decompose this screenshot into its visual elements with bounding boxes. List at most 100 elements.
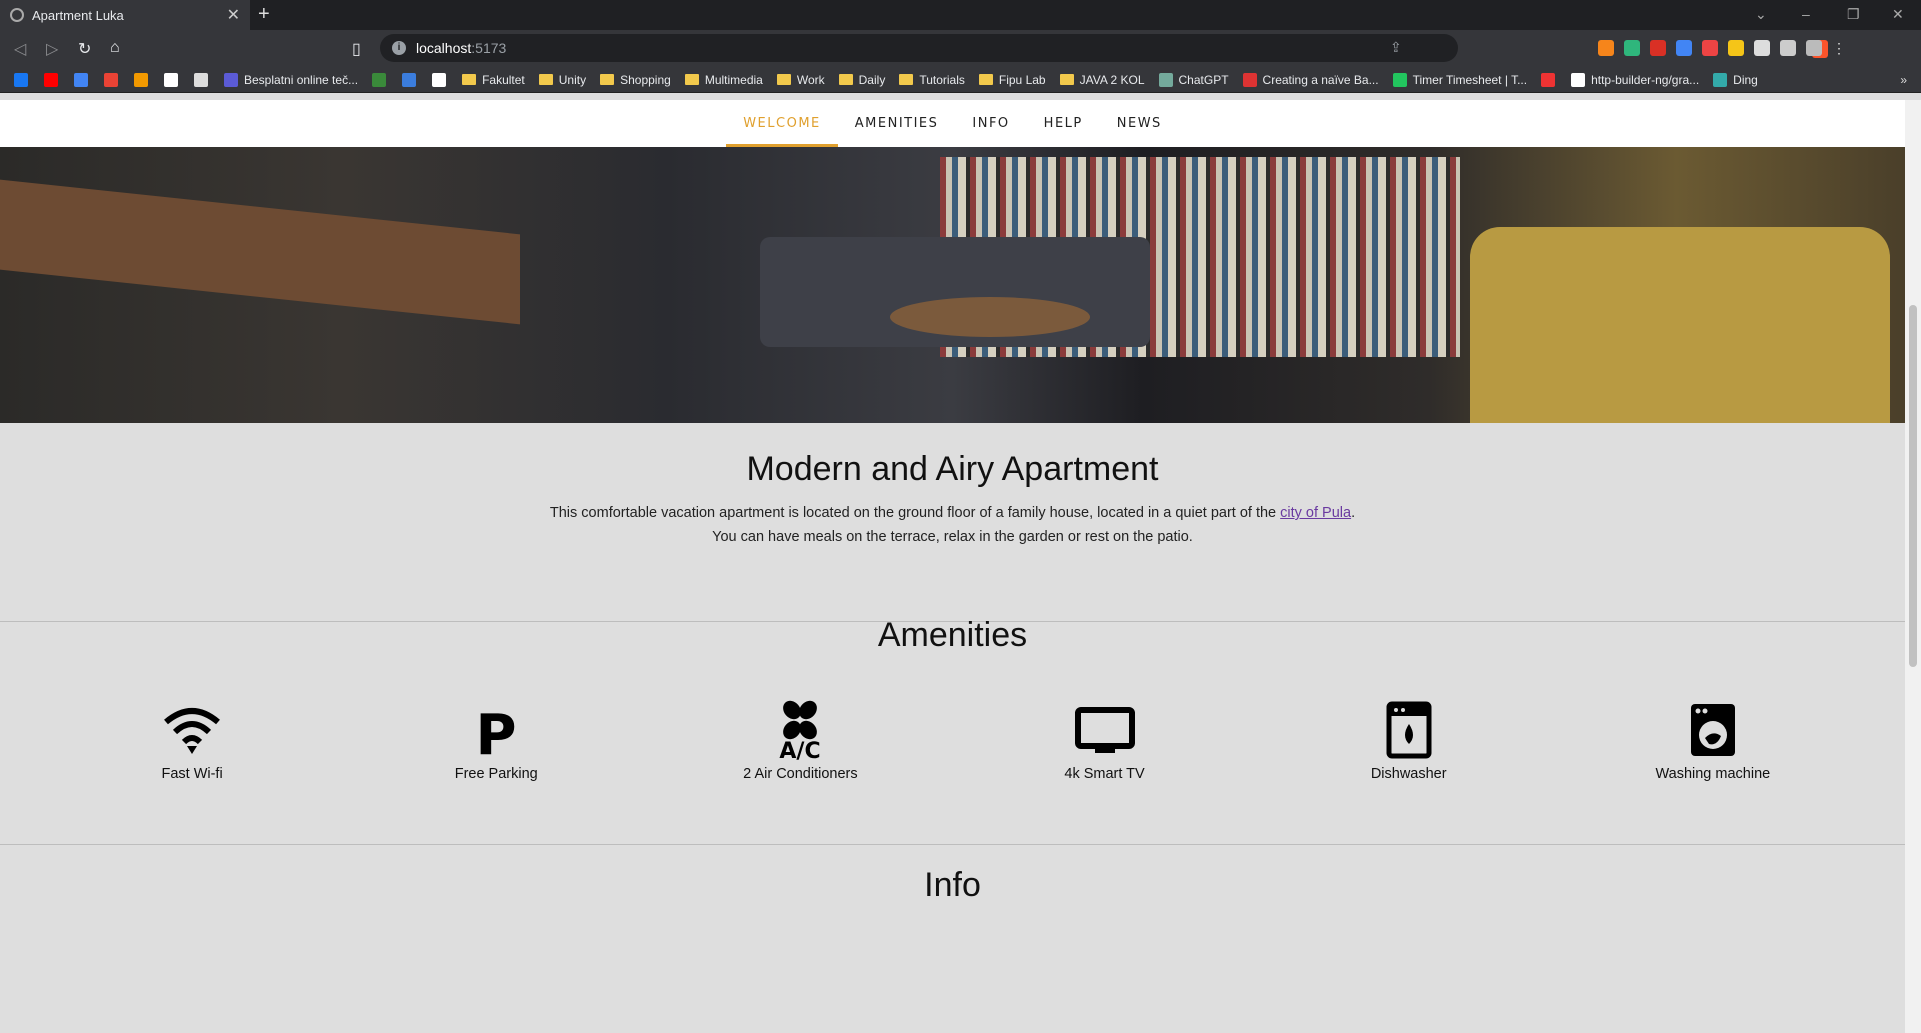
nav-help[interactable]: HELP <box>1027 100 1100 147</box>
amenity-air-conditioners: A/C 2 Air Conditioners <box>720 700 880 782</box>
browser-toolbar: ◁ ▷ ↻ ⌂ ▯ i localhost:5173 ⇪ ⋮ <box>0 30 1921 67</box>
restore-icon[interactable]: ❐ <box>1847 6 1860 23</box>
site-info-icon[interactable]: i <box>392 41 406 55</box>
amenity-label: Free Parking <box>454 766 538 782</box>
extension-icon[interactable] <box>1702 40 1718 56</box>
amenity-label: Dishwasher <box>1370 766 1447 782</box>
svg-text:P: P <box>476 703 517 760</box>
bookmark-label: Creating a naïve Ba... <box>1262 72 1379 87</box>
bookmark-item[interactable]: Daily <box>838 72 886 87</box>
bookmark-item[interactable]: Besplatni online teč... <box>224 72 359 87</box>
bookmark-item[interactable]: Multimedia <box>684 73 763 87</box>
bookmark-icon[interactable]: ▯ <box>352 39 361 59</box>
extensions-area: ⋮ <box>1598 40 1848 56</box>
amenity-dishwasher: Dishwasher <box>1329 700 1489 782</box>
bookmark-item[interactable]: Tutorials <box>899 73 965 87</box>
bookmark-item[interactable] <box>44 72 64 87</box>
welcome-text: This comfortable vacation apartment is l… <box>0 501 1905 549</box>
tv-icon <box>1074 707 1135 753</box>
vue-devtools-icon[interactable] <box>1624 40 1640 56</box>
translate-ext-icon[interactable] <box>1676 40 1692 56</box>
welcome-text-line2: You can have meals on the terrace, relax… <box>712 529 1193 545</box>
bookmark-item[interactable] <box>372 72 392 87</box>
bookmark-item[interactable] <box>134 72 154 87</box>
url-host: localhost <box>416 40 472 56</box>
bookmarks-overflow-icon[interactable]: » <box>1900 73 1907 87</box>
bookmark-item[interactable]: Shopping <box>600 73 671 87</box>
bookmark-label: Work <box>796 72 825 87</box>
bookmark-item[interactable]: Fipu Lab <box>978 73 1046 87</box>
reload-icon[interactable]: ↻ <box>78 39 91 59</box>
amenity-label: Washing machine <box>1655 766 1771 782</box>
bookmark-item[interactable] <box>14 72 34 87</box>
bookmark-item[interactable]: Work <box>776 72 825 87</box>
bookmark-item[interactable]: Fakultet <box>462 73 525 87</box>
close-window-icon[interactable]: ✕ <box>1892 6 1904 23</box>
bookmark-item[interactable] <box>164 72 184 87</box>
bookmark-item[interactable]: Ding <box>1713 72 1758 87</box>
close-tab-icon[interactable]: ✕ <box>227 5 240 25</box>
notion-icon <box>432 72 447 87</box>
page-scrollbar[interactable] <box>1905 100 1921 1033</box>
bookmark-item[interactable]: Creating a naïve Ba... <box>1242 72 1379 87</box>
bookmark-item[interactable]: Timer Timesheet | T... <box>1392 72 1527 87</box>
tab-search-icon[interactable]: ⌄ <box>1755 6 1767 23</box>
bookmark-item[interactable] <box>74 72 94 87</box>
bookmark-label: Shopping <box>620 72 671 87</box>
bookmark-item[interactable] <box>432 72 452 87</box>
bookmark-item[interactable]: Unity <box>538 72 587 87</box>
metamask-icon[interactable] <box>1598 40 1614 56</box>
bookmark-label: Unity <box>558 72 587 87</box>
facebook-icon <box>14 72 28 87</box>
new-tab-icon[interactable]: + <box>258 3 270 26</box>
bookmark-item[interactable]: ChatGPT <box>1158 72 1229 87</box>
folder-icon <box>899 74 914 85</box>
diamond-icon <box>402 72 417 87</box>
menu-icon[interactable]: ⋮ <box>1832 40 1848 56</box>
back-icon[interactable]: ◁ <box>14 39 26 59</box>
globe-icon <box>10 8 24 22</box>
amenities-title: Amenities <box>877 616 1028 654</box>
welcome-title: Modern and Airy Apartment <box>746 450 1159 488</box>
hero-stool <box>890 297 1090 337</box>
dishwasher-icon <box>1386 701 1432 759</box>
bookmark-item[interactable]: http-builder-ng/gra... <box>1571 72 1699 87</box>
hero-armchair <box>1470 227 1890 423</box>
bookmarks-bar: Besplatni online teč... Fakultet Unity Shop… <box>0 67 1921 93</box>
bookmark-item[interactable] <box>1541 72 1561 87</box>
city-of-pula-link[interactable]: city of Pula <box>1280 505 1351 521</box>
page-viewport: WELCOME AMENITIES INFO HELP NEWS Modern … <box>0 100 1905 1033</box>
github-icon <box>1571 72 1586 87</box>
browser-tab[interactable]: Apartment Luka ✕ <box>0 0 250 30</box>
nav-news[interactable]: NEWS <box>1100 100 1179 147</box>
amenity-label: Fast Wi-fi <box>161 766 223 782</box>
bookmark-label: Ding <box>1733 72 1758 87</box>
amenity-label: 2 Air Conditioners <box>743 766 858 782</box>
scrollbar-thumb[interactable] <box>1909 305 1917 667</box>
minimize-icon[interactable]: – <box>1802 6 1810 22</box>
puzzle-icon[interactable] <box>1754 40 1770 56</box>
welcome-text-part2: . <box>1351 505 1356 521</box>
sidebar-icon[interactable] <box>1780 40 1796 56</box>
forward-icon[interactable]: ▷ <box>46 39 58 59</box>
hero-image <box>0 147 1905 423</box>
address-bar[interactable]: i localhost:5173 ⇪ <box>380 34 1828 62</box>
bookmark-label: Besplatni online teč... <box>244 72 359 87</box>
bookmark-item[interactable] <box>402 72 422 87</box>
bookmark-item[interactable] <box>194 72 214 87</box>
bookmark-label: Daily <box>858 72 886 87</box>
wallet-icon[interactable] <box>1806 40 1822 56</box>
folder-icon <box>600 74 615 85</box>
in-icon <box>134 72 148 87</box>
home-icon[interactable]: ⌂ <box>110 39 120 57</box>
chatgpt-icon <box>1158 72 1173 87</box>
imdb-icon[interactable] <box>1728 40 1744 56</box>
nav-welcome[interactable]: WELCOME <box>726 100 838 147</box>
wifi-icon <box>164 708 221 754</box>
nav-info[interactable]: INFO <box>955 100 1026 147</box>
nav-amenities[interactable]: AMENITIES <box>838 100 956 147</box>
bookmark-item[interactable]: JAVA 2 KOL <box>1059 73 1145 87</box>
bookmark-item[interactable] <box>104 72 124 87</box>
acrobat-icon[interactable] <box>1650 40 1666 56</box>
share-icon[interactable]: ⇪ <box>1390 39 1402 56</box>
